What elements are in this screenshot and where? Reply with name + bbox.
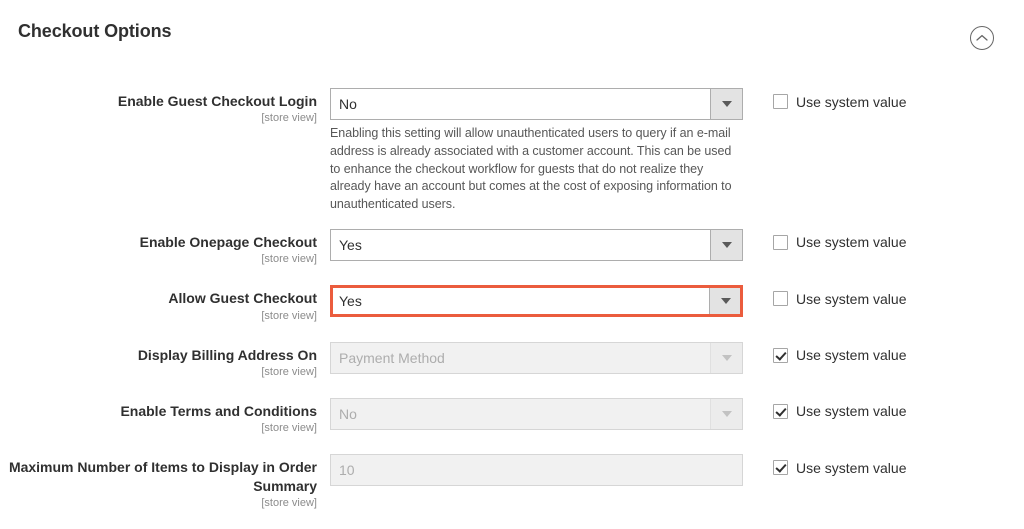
select-value: Yes bbox=[331, 230, 710, 260]
use-system-value-display-billing-address-on[interactable]: Use system value bbox=[745, 342, 906, 363]
use-system-value-enable-terms-and-conditions[interactable]: Use system value bbox=[745, 398, 906, 419]
checkbox-icon[interactable] bbox=[773, 235, 788, 250]
chevron-down-icon[interactable] bbox=[710, 89, 742, 119]
field-row-maximum-number-of-items: Maximum Number of Items to Display in Or… bbox=[0, 454, 1024, 512]
chevron-down-icon[interactable] bbox=[710, 230, 742, 260]
field-label-group: Allow Guest Checkout [store view] bbox=[0, 285, 330, 324]
field-scope: [store view] bbox=[0, 365, 317, 381]
use-system-value-label: Use system value bbox=[796, 292, 906, 306]
chevron-up-circle-icon[interactable] bbox=[970, 26, 994, 50]
use-system-value-label: Use system value bbox=[796, 95, 906, 109]
field-label-group: Display Billing Address On [store view] bbox=[0, 342, 330, 381]
select-value: Yes bbox=[332, 286, 709, 316]
field-control-group: No Enabling this setting will allow unau… bbox=[330, 88, 745, 214]
checkout-options-form: Enable Guest Checkout Login [store view]… bbox=[0, 62, 1024, 512]
use-system-value-label: Use system value bbox=[796, 348, 906, 362]
use-system-value-label: Use system value bbox=[796, 461, 906, 475]
field-control-group: Yes bbox=[330, 229, 745, 261]
field-scope: [store view] bbox=[0, 111, 317, 127]
field-row-enable-onepage-checkout: Enable Onepage Checkout [store view] Yes… bbox=[0, 229, 1024, 268]
field-scope: [store view] bbox=[0, 252, 317, 268]
field-label: Allow Guest Checkout bbox=[0, 289, 317, 307]
use-system-value-maximum-number-of-items[interactable]: Use system value bbox=[745, 454, 906, 475]
field-row-enable-guest-checkout-login: Enable Guest Checkout Login [store view]… bbox=[0, 88, 1024, 214]
field-label-group: Enable Terms and Conditions [store view] bbox=[0, 398, 330, 437]
section-header: Checkout Options bbox=[0, 0, 1024, 62]
field-scope: [store view] bbox=[0, 496, 317, 512]
select-enable-onepage-checkout[interactable]: Yes bbox=[330, 229, 743, 261]
field-control-group bbox=[330, 454, 745, 486]
field-note: Enabling this setting will allow unauthe… bbox=[330, 125, 740, 214]
checkbox-icon[interactable] bbox=[773, 94, 788, 109]
use-system-value-enable-guest-checkout-login[interactable]: Use system value bbox=[745, 88, 906, 109]
field-label-group: Enable Onepage Checkout [store view] bbox=[0, 229, 330, 268]
select-value: Payment Method bbox=[331, 343, 710, 373]
field-label: Maximum Number of Items to Display in Or… bbox=[0, 458, 317, 495]
checkbox-icon[interactable] bbox=[773, 404, 788, 419]
field-label: Display Billing Address On bbox=[0, 346, 317, 364]
select-allow-guest-checkout[interactable]: Yes bbox=[330, 285, 743, 317]
chevron-down-icon bbox=[710, 399, 742, 429]
use-system-value-allow-guest-checkout[interactable]: Use system value bbox=[745, 285, 906, 306]
field-label: Enable Terms and Conditions bbox=[0, 402, 317, 420]
field-label: Enable Guest Checkout Login bbox=[0, 92, 317, 110]
chevron-down-icon[interactable] bbox=[709, 287, 741, 315]
field-row-display-billing-address-on: Display Billing Address On [store view] … bbox=[0, 342, 1024, 381]
checkbox-icon[interactable] bbox=[773, 460, 788, 475]
select-enable-terms-and-conditions: No bbox=[330, 398, 743, 430]
page-title: Checkout Options bbox=[18, 22, 171, 40]
input-maximum-number-of-items bbox=[330, 454, 743, 486]
use-system-value-label: Use system value bbox=[796, 404, 906, 418]
field-row-allow-guest-checkout: Allow Guest Checkout [store view] Yes Us… bbox=[0, 285, 1024, 324]
select-enable-guest-checkout-login[interactable]: No bbox=[330, 88, 743, 120]
field-row-enable-terms-and-conditions: Enable Terms and Conditions [store view]… bbox=[0, 398, 1024, 437]
checkbox-icon[interactable] bbox=[773, 291, 788, 306]
use-system-value-enable-onepage-checkout[interactable]: Use system value bbox=[745, 229, 906, 250]
field-label-group: Enable Guest Checkout Login [store view] bbox=[0, 88, 330, 127]
field-scope: [store view] bbox=[0, 421, 317, 437]
checkbox-icon[interactable] bbox=[773, 348, 788, 363]
select-display-billing-address-on: Payment Method bbox=[330, 342, 743, 374]
field-control-group: No bbox=[330, 398, 745, 430]
field-scope: [store view] bbox=[0, 309, 317, 325]
field-control-group: Payment Method bbox=[330, 342, 745, 374]
field-label-group: Maximum Number of Items to Display in Or… bbox=[0, 454, 330, 512]
field-label: Enable Onepage Checkout bbox=[0, 233, 317, 251]
select-value: No bbox=[331, 399, 710, 429]
field-control-group: Yes bbox=[330, 285, 745, 317]
select-value: No bbox=[331, 89, 710, 119]
use-system-value-label: Use system value bbox=[796, 235, 906, 249]
chevron-down-icon bbox=[710, 343, 742, 373]
